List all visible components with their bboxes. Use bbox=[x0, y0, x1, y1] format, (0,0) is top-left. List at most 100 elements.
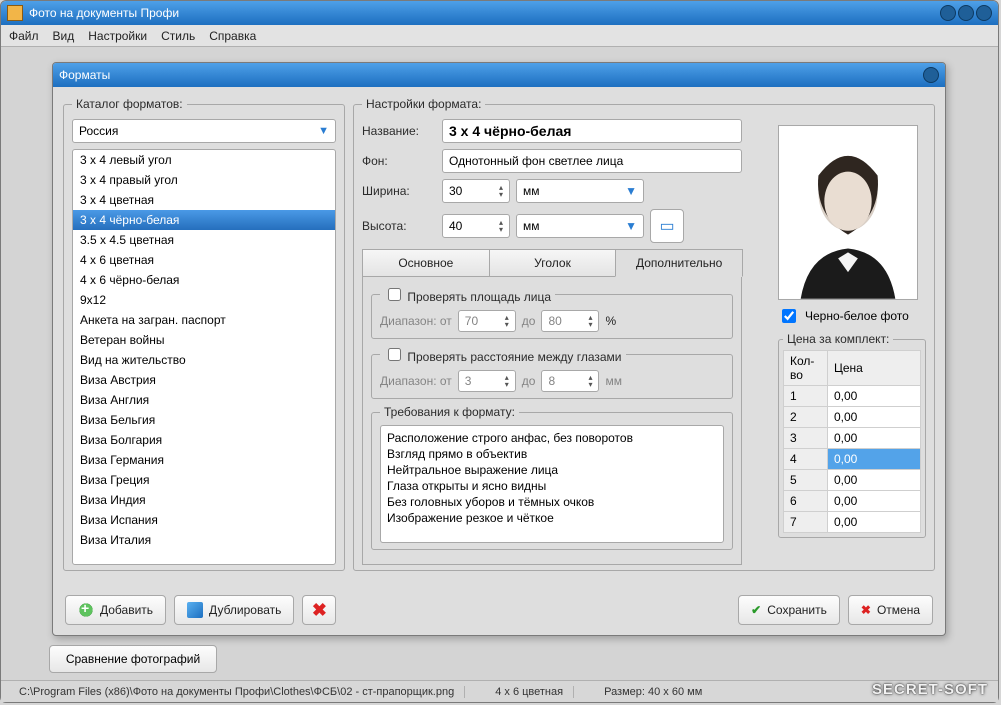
status-bar: C:\Program Files (x86)\Фото на документы… bbox=[1, 680, 998, 702]
height-input[interactable]: 40 ▴▾ bbox=[442, 214, 510, 238]
requirement-item: Взгляд прямо в объектив bbox=[387, 446, 717, 462]
menu-view[interactable]: Вид bbox=[53, 29, 75, 43]
format-item[interactable]: Вид на жительство bbox=[73, 350, 335, 370]
tab-additional[interactable]: Дополнительно bbox=[615, 249, 743, 277]
close-button[interactable] bbox=[976, 5, 992, 21]
price-row[interactable]: 20,00 bbox=[784, 407, 921, 428]
duplicate-button[interactable]: Дублировать bbox=[174, 595, 294, 625]
tab-main[interactable]: Основное bbox=[362, 249, 490, 277]
menu-settings[interactable]: Настройки bbox=[88, 29, 147, 43]
eye-dist-fieldset: Проверять расстояние между глазами Диапа… bbox=[371, 345, 733, 399]
price-row[interactable]: 40,00 bbox=[784, 449, 921, 470]
requirements-list[interactable]: Расположение строго анфас, без поворотов… bbox=[380, 425, 724, 543]
bg-input[interactable]: Однотонный фон светлее лица bbox=[442, 149, 742, 173]
eye-dist-checkbox[interactable] bbox=[388, 348, 401, 361]
chevron-down-icon: ▼ bbox=[625, 184, 637, 198]
price-row[interactable]: 70,00 bbox=[784, 512, 921, 533]
app-title: Фото на документы Профи bbox=[29, 6, 179, 20]
price-header-price: Цена bbox=[828, 351, 921, 386]
spinner-arrows-icon[interactable]: ▴▾ bbox=[499, 184, 503, 198]
status-size: Размер: 40 x 60 мм bbox=[594, 686, 712, 698]
country-value: Россия bbox=[79, 124, 318, 138]
format-item[interactable]: Виза Англия bbox=[73, 390, 335, 410]
formats-listbox[interactable]: 3 x 4 левый угол3 x 4 правый угол3 х 4 ц… bbox=[72, 149, 336, 565]
format-item[interactable]: Виза Индия bbox=[73, 490, 335, 510]
format-item[interactable]: Виза Испания bbox=[73, 510, 335, 530]
dialog-close-button[interactable] bbox=[923, 67, 939, 83]
name-input[interactable]: 3 х 4 чёрно-белая bbox=[442, 119, 742, 143]
card-icon: ▭ bbox=[659, 216, 674, 236]
format-item[interactable]: Виза Австрия bbox=[73, 370, 335, 390]
format-item[interactable]: Анкета на загран. паспорт bbox=[73, 310, 335, 330]
compare-photos-button[interactable]: Сравнение фотографий bbox=[49, 645, 217, 673]
price-row[interactable]: 30,00 bbox=[784, 428, 921, 449]
format-item[interactable]: Виза Бельгия bbox=[73, 410, 335, 430]
country-combo[interactable]: Россия ▼ bbox=[72, 119, 336, 143]
plus-icon bbox=[78, 602, 94, 618]
format-item[interactable]: Виза Болгария bbox=[73, 430, 335, 450]
maximize-button[interactable] bbox=[958, 5, 974, 21]
format-item[interactable]: 3 x 4 правый угол bbox=[73, 170, 335, 190]
requirement-item: Без головных уборов и тёмных очков bbox=[387, 494, 717, 510]
face-to-input[interactable]: 80 ▴▾ bbox=[541, 310, 599, 332]
eye-from-input[interactable]: 3 ▴▾ bbox=[458, 370, 516, 392]
face-area-checkbox[interactable] bbox=[388, 288, 401, 301]
status-path: C:\Program Files (x86)\Фото на документы… bbox=[9, 686, 465, 698]
cancel-icon: ✖ bbox=[861, 603, 871, 617]
face-from-input[interactable]: 70 ▴▾ bbox=[458, 310, 516, 332]
height-label: Высота: bbox=[362, 219, 436, 233]
price-table[interactable]: Кол-во Цена 10,0020,0030,0040,0050,0060,… bbox=[783, 350, 921, 533]
preview-photo bbox=[778, 125, 918, 300]
price-row[interactable]: 10,00 bbox=[784, 386, 921, 407]
price-fieldset: Цена за комплект: Кол-во Цена 10,0020,00… bbox=[778, 332, 926, 538]
requirements-fieldset: Требования к формату: Расположение строг… bbox=[371, 405, 733, 550]
width-unit-combo[interactable]: мм ▼ bbox=[516, 179, 644, 203]
watermark: SECRET-SOFT bbox=[872, 681, 988, 698]
status-format: 4 x 6 цветная bbox=[485, 686, 574, 698]
main-titlebar: Фото на документы Профи bbox=[1, 1, 998, 25]
menu-style[interactable]: Стиль bbox=[161, 29, 195, 43]
dialog-footer: Добавить Дублировать ✖ ✔ Сохранить ✖ Отм… bbox=[53, 595, 945, 625]
format-item[interactable]: Виза Италия bbox=[73, 530, 335, 550]
format-item[interactable]: 3 x 4 левый угол bbox=[73, 150, 335, 170]
minimize-button[interactable] bbox=[940, 5, 956, 21]
tab-panel-additional: Проверять площадь лица Диапазон: от 70 ▴… bbox=[362, 277, 742, 565]
tab-corner[interactable]: Уголок bbox=[489, 249, 617, 277]
spinner-arrows-icon[interactable]: ▴▾ bbox=[499, 219, 503, 233]
menubar: Файл Вид Настройки Стиль Справка bbox=[1, 25, 998, 47]
check-icon: ✔ bbox=[751, 603, 761, 617]
format-item[interactable]: 3 х 4 цветная bbox=[73, 190, 335, 210]
catalog-fieldset: Каталог форматов: Россия ▼ 3 x 4 левый у… bbox=[63, 97, 345, 571]
settings-legend: Настройки формата: bbox=[362, 97, 485, 111]
tabs: Основное Уголок Дополнительно bbox=[362, 249, 742, 277]
format-item[interactable]: 4 х 6 цветная bbox=[73, 250, 335, 270]
format-item[interactable]: 3 х 4 чёрно-белая bbox=[73, 210, 335, 230]
format-item[interactable]: Ветеран войны bbox=[73, 330, 335, 350]
format-item[interactable]: 4 х 6 чёрно-белая bbox=[73, 270, 335, 290]
eye-to-input[interactable]: 8 ▴▾ bbox=[541, 370, 599, 392]
right-column: Черно-белое фото Цена за комплект: Кол-в… bbox=[778, 125, 926, 544]
price-header-qty: Кол-во bbox=[784, 351, 828, 386]
price-row[interactable]: 50,00 bbox=[784, 470, 921, 491]
menu-file[interactable]: Файл bbox=[9, 29, 39, 43]
format-item[interactable]: Виза Германия bbox=[73, 450, 335, 470]
apply-dimensions-button[interactable]: ▭ bbox=[650, 209, 684, 243]
requirement-item: Нейтральное выражение лица bbox=[387, 462, 717, 478]
requirement-item: Изображение резкое и чёткое bbox=[387, 510, 717, 526]
add-button[interactable]: Добавить bbox=[65, 595, 166, 625]
height-unit-combo[interactable]: мм ▼ bbox=[516, 214, 644, 238]
format-item[interactable]: 3.5 x 4.5 цветная bbox=[73, 230, 335, 250]
bw-checkbox[interactable] bbox=[782, 309, 796, 323]
dialog-titlebar: Форматы bbox=[53, 63, 945, 87]
delete-button[interactable]: ✖ bbox=[302, 595, 336, 625]
duplicate-icon bbox=[187, 602, 203, 618]
catalog-legend: Каталог форматов: bbox=[72, 97, 187, 111]
cancel-button[interactable]: ✖ Отмена bbox=[848, 595, 933, 625]
menu-help[interactable]: Справка bbox=[209, 29, 256, 43]
save-button[interactable]: ✔ Сохранить bbox=[738, 595, 840, 625]
price-row[interactable]: 60,00 bbox=[784, 491, 921, 512]
format-item[interactable]: 9x12 bbox=[73, 290, 335, 310]
width-input[interactable]: 30 ▴▾ bbox=[442, 179, 510, 203]
format-item[interactable]: Виза Греция bbox=[73, 470, 335, 490]
requirement-item: Глаза открыты и ясно видны bbox=[387, 478, 717, 494]
